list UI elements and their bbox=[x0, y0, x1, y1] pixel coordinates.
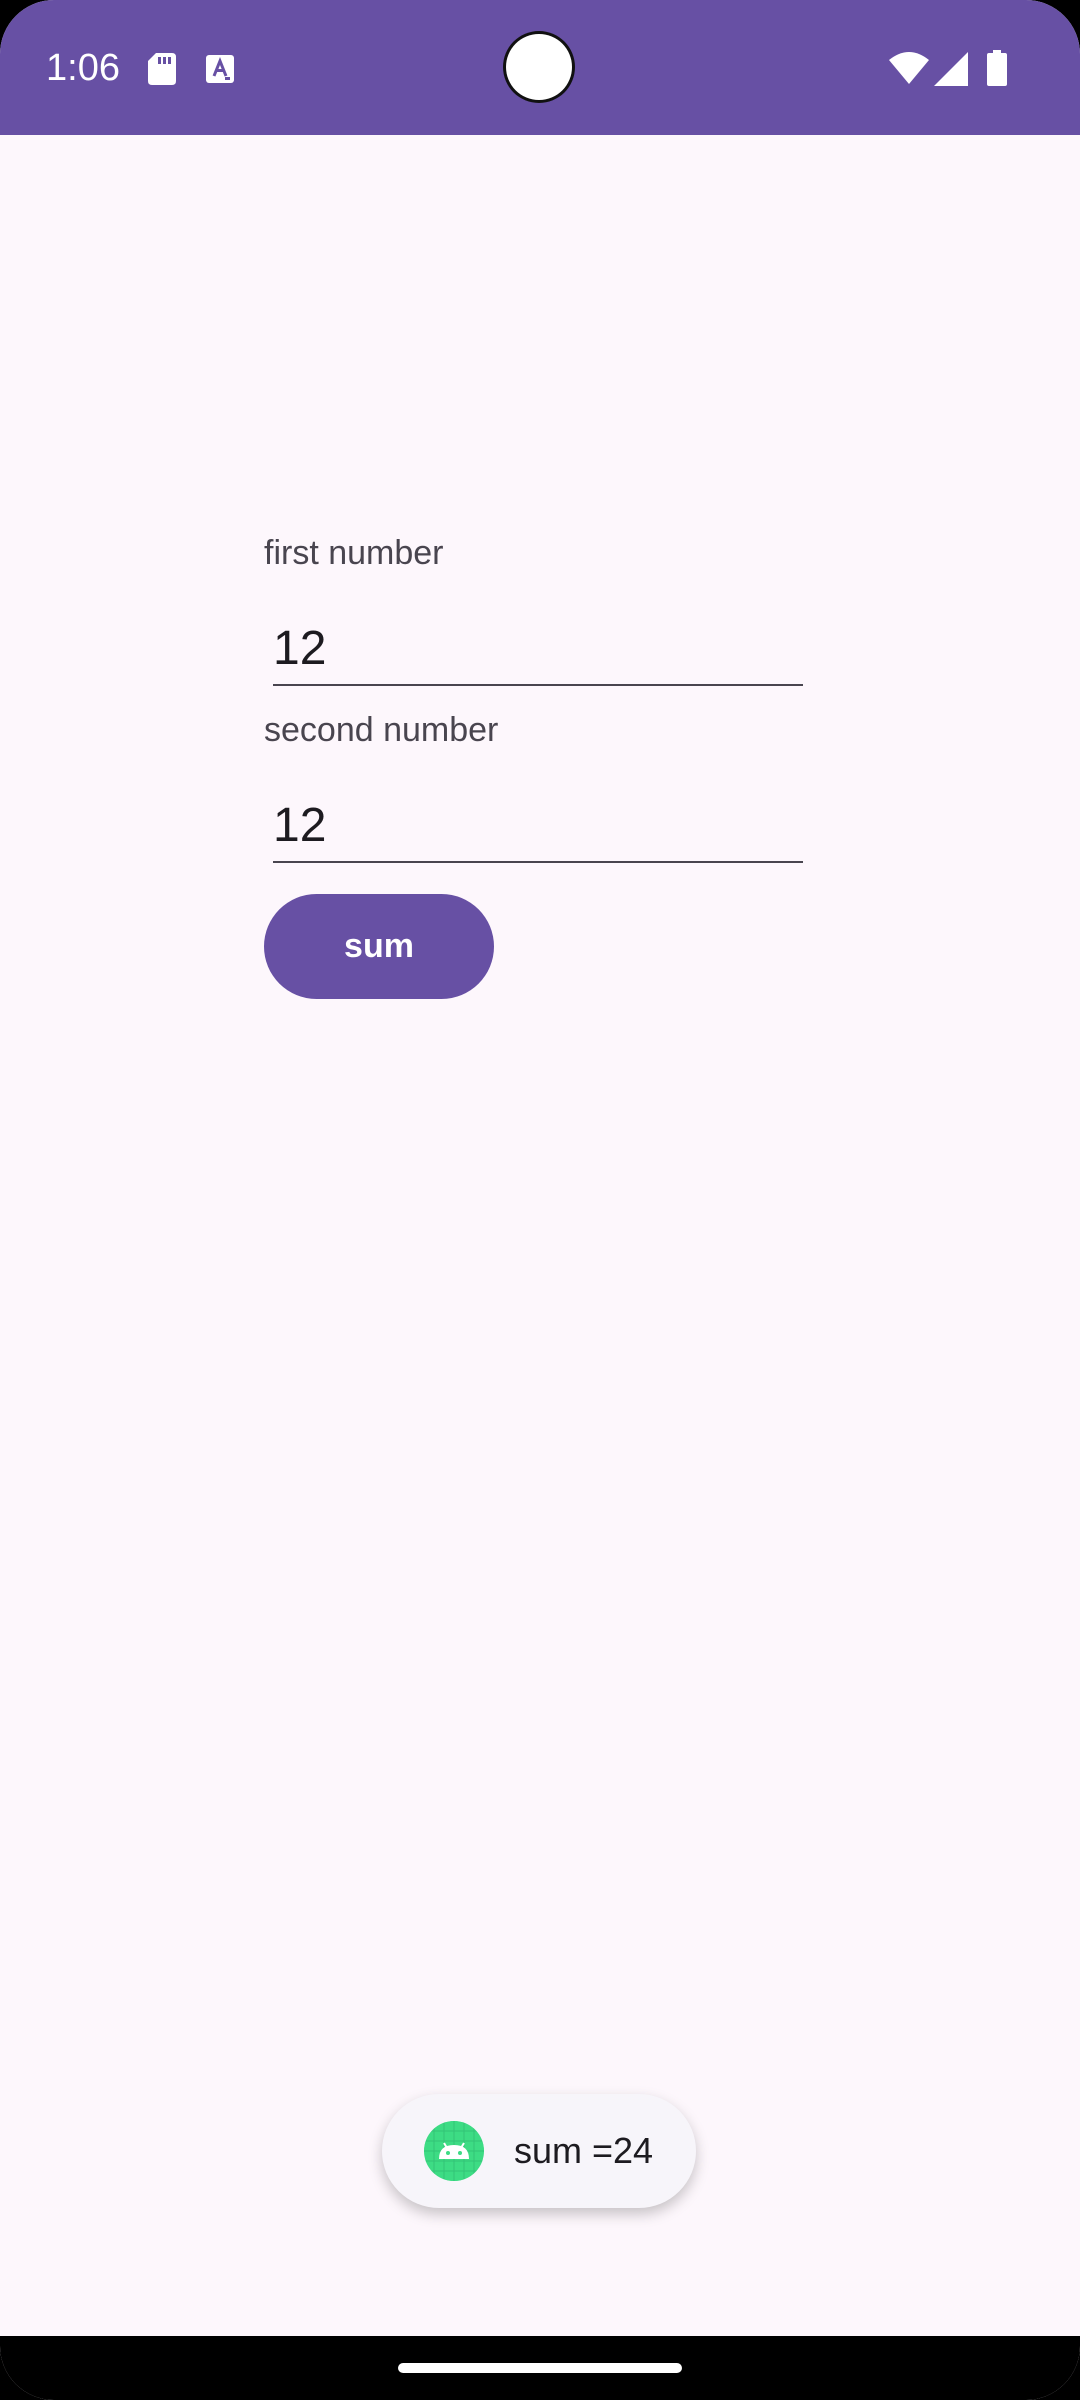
sd-card-icon bbox=[148, 53, 176, 85]
first-number-label: first number bbox=[264, 534, 444, 572]
second-number-input[interactable] bbox=[273, 789, 803, 863]
battery-icon bbox=[987, 50, 1007, 86]
toast: sum =24 bbox=[382, 2094, 696, 2208]
app-screen: 1:06 first number second number sum bbox=[0, 0, 1080, 2400]
first-number-input[interactable] bbox=[273, 612, 803, 686]
front-camera bbox=[506, 34, 572, 100]
status-bar: 1:06 bbox=[0, 0, 1080, 135]
second-number-label: second number bbox=[264, 711, 499, 749]
toast-message: sum =24 bbox=[514, 2130, 654, 2171]
status-time: 1:06 bbox=[46, 47, 120, 89]
home-indicator[interactable] bbox=[398, 2363, 682, 2373]
text-a-icon bbox=[206, 55, 234, 83]
sum-button[interactable]: sum bbox=[264, 894, 494, 999]
wifi-icon bbox=[889, 52, 929, 84]
cell-signal-icon bbox=[934, 52, 968, 86]
android-icon bbox=[424, 2121, 484, 2181]
